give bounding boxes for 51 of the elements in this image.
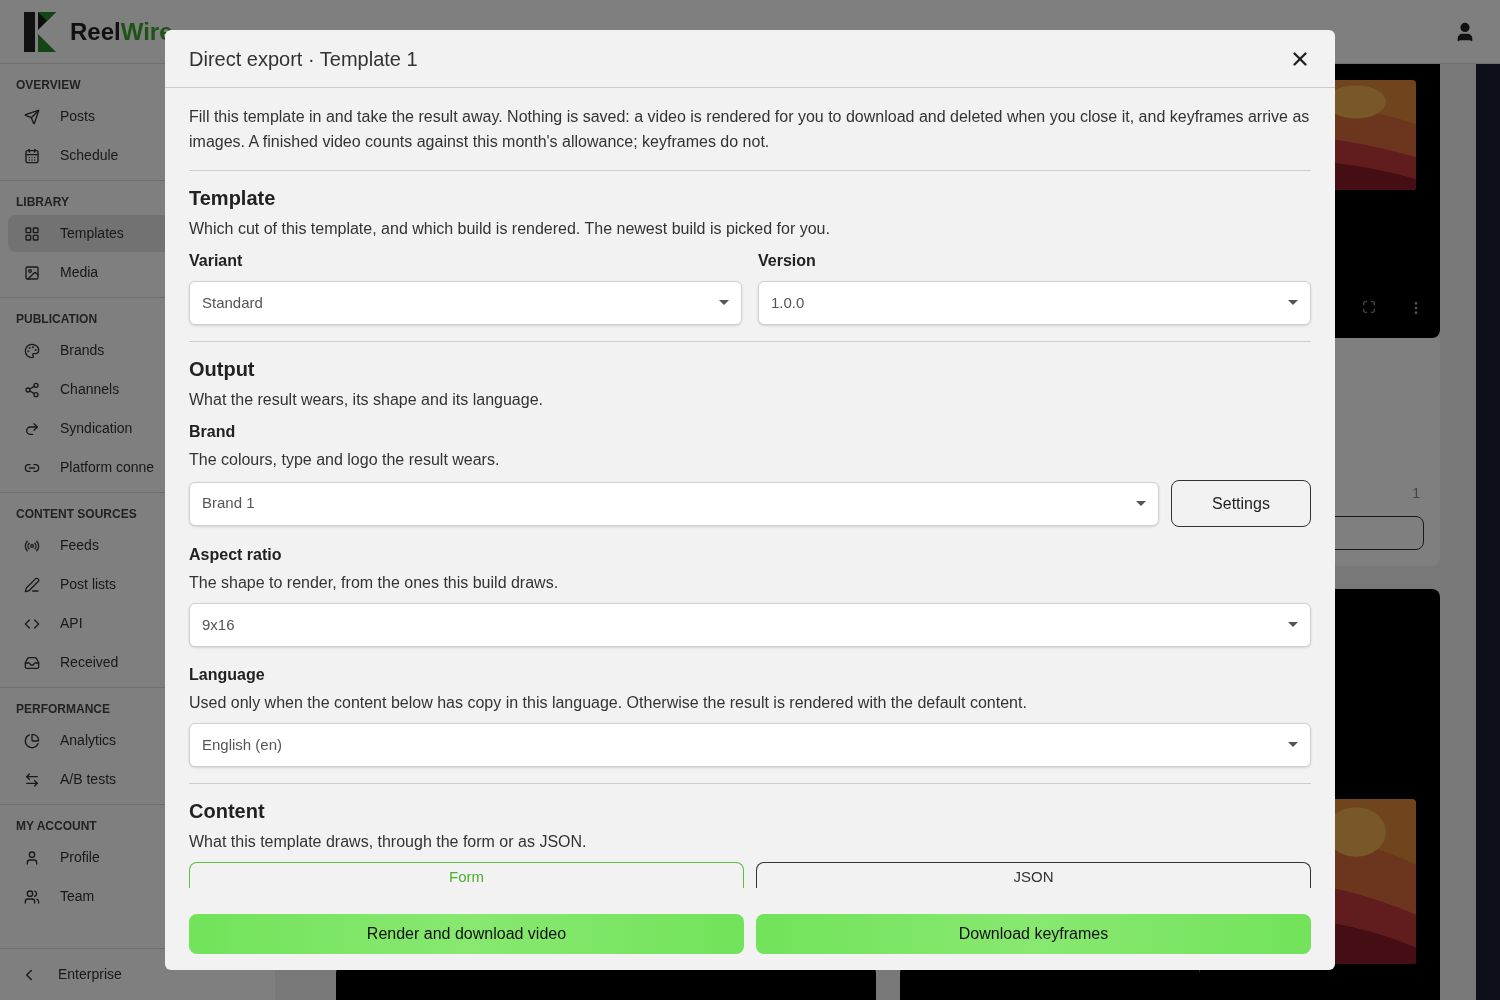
inbox-icon [24,654,40,671]
section-heading: Content [189,799,266,824]
section-heading: PERFORMANCE [16,701,110,718]
user-icon [24,849,40,866]
section-description: What this template draws, through the form or as JSON. [189,832,588,852]
field-label: Brand [189,422,237,442]
select-field[interactable]: Standard [189,281,742,325]
select-field[interactable]: 1.0.0 [758,281,1311,325]
share-icon [24,381,40,398]
field-label: Aspect ratio [189,545,283,565]
swap-arrows-icon [24,771,40,788]
settings-button[interactable]: Settings [1171,480,1311,527]
section-description: What the result wears, its shape and its language. [189,390,544,410]
redo-arrow-icon [24,420,40,437]
pie-chart-icon [24,732,40,749]
field-label: Variant [189,251,244,271]
section-heading: CONTENT SOURCES [16,506,137,523]
field-description: Used only when the content below has copy in this language. Otherwise the result is rendered with the default content. [189,693,1028,713]
field-label: Version [758,251,817,271]
count-text: 1 [1412,484,1421,503]
grid-icon [24,225,40,242]
action-button[interactable]: Render and download video [189,914,744,954]
tab[interactable]: Form [189,862,744,888]
intro-text: Fill this template in and take the result away. Nothing is saved: a video is rendered for you to download and deleted when you close it, and keyframes arrive as images. A finished video counts against this month's allowance; keyframes do not. [189,104,1311,171]
caret-icon [1288,622,1298,628]
action-button[interactable]: Download keyframes [756,914,1311,954]
calendar-icon [24,147,40,164]
select-field[interactable]: Brand 1 [189,481,1159,526]
section-heading: PUBLICATION [16,311,98,328]
select-field[interactable]: English (en) [189,723,1311,767]
select-field[interactable]: 9x16 [189,603,1311,647]
section-heading: LIBRARY [16,194,69,211]
field-description: The colours, type and logo the result wears. [189,450,501,470]
caret-icon [1288,742,1298,748]
caret-icon [719,300,729,306]
pen-icon [24,576,40,593]
users-icon [24,888,40,905]
section-heading: Template [189,186,277,211]
section-heading: Output [189,357,256,382]
dialog-title: Direct export · Template 1 [189,46,418,72]
field-label: Language [189,665,266,685]
tab[interactable]: JSON [756,862,1311,888]
logo-icon [24,11,58,52]
field-description: The shape to render, from the ones this build draws. [189,573,560,593]
palette-icon [24,342,40,359]
image-icon [24,264,40,281]
caret-icon [1136,500,1146,507]
caret-icon [1288,300,1298,306]
send-icon [24,108,40,125]
section-heading: MY ACCOUNT [16,818,97,835]
section-heading: OVERVIEW [16,77,81,94]
